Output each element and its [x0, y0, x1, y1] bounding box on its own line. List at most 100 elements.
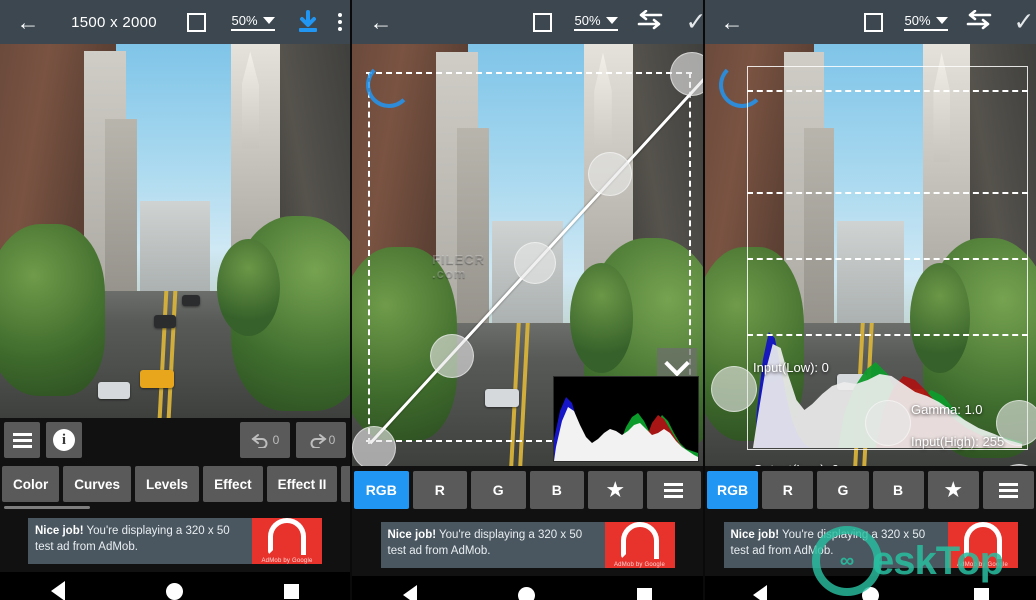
ad-text: Nice job! You're displaying a 320 x 50 t…	[28, 518, 252, 564]
android-navbar	[352, 576, 703, 600]
ad-text: Nice job! You're displaying a 320 x 50 t…	[724, 522, 948, 568]
nav-recents-icon[interactable]	[284, 583, 300, 599]
panel-levels: ← 50% ✓ Input(Low): 0 Gamma: 1.0 Input(H…	[705, 0, 1036, 600]
channel-g[interactable]: G	[817, 471, 869, 509]
panel-main: ← 1500 x 2000 50% i 0 0 Color Curves Lev…	[0, 0, 350, 600]
info-button[interactable]: i	[46, 422, 82, 458]
taxi-car	[140, 370, 174, 389]
histogram-chart	[554, 377, 698, 461]
admob-glyph-icon	[620, 522, 659, 559]
back-button[interactable]: ←	[705, 0, 759, 44]
caret-down-icon	[935, 17, 948, 24]
ad-logo-caption: AdMob by Google	[261, 558, 313, 564]
info-icon: i	[53, 429, 75, 451]
nav-back-icon[interactable]	[752, 585, 767, 600]
channel-g[interactable]: G	[471, 471, 526, 509]
ad-logo-caption: AdMob by Google	[613, 562, 666, 568]
nav-recents-icon[interactable]	[973, 587, 989, 600]
image-dimensions: 1500 x 2000	[71, 13, 157, 31]
preset-favorites-button[interactable]: ★	[588, 471, 643, 509]
hamburger-icon	[664, 482, 684, 498]
tree-mid	[569, 263, 633, 374]
zoom-select[interactable]: 50%	[564, 0, 628, 44]
tabs-scrollbar[interactable]	[0, 506, 350, 510]
back-button[interactable]: ←	[352, 0, 410, 44]
undo-button[interactable]: 0	[240, 422, 290, 458]
nav-home-icon[interactable]	[165, 582, 183, 600]
admob-glyph-icon	[268, 518, 306, 555]
confirm-button[interactable]: ✓	[672, 0, 703, 44]
admob-banner[interactable]: Nice job! You're displaying a 320 x 50 t…	[380, 522, 675, 568]
main-header: ← 1500 x 2000 50%	[0, 0, 350, 44]
redo-button[interactable]: 0	[296, 422, 346, 458]
channel-b[interactable]: B	[529, 471, 584, 509]
nav-back-icon[interactable]	[402, 585, 417, 600]
undo-count: 0	[272, 433, 280, 447]
preset-favorites-button[interactable]: ★	[927, 471, 979, 509]
android-navbar	[0, 572, 350, 600]
car	[154, 315, 176, 329]
confirm-button[interactable]: ✓	[1001, 0, 1036, 44]
layers-menu-button[interactable]	[4, 422, 40, 458]
hamburger-icon	[12, 432, 32, 448]
arrow-left-icon: ←	[16, 8, 40, 35]
tab-levels[interactable]: Levels	[135, 466, 200, 502]
zoom-select[interactable]: 50%	[220, 0, 286, 44]
panel-curves: ← 50% ✓ FILECR .com RGB R G B ★ Nice job…	[352, 0, 703, 600]
fullscreen-button[interactable]	[172, 0, 220, 44]
admob-banner[interactable]: Nice job! You're displaying a 320 x 50 t…	[28, 518, 322, 564]
channel-r[interactable]: R	[762, 471, 814, 509]
fullscreen-button[interactable]	[520, 0, 564, 44]
zoom-select[interactable]: 50%	[895, 0, 957, 44]
download-button[interactable]	[286, 0, 330, 44]
star-icon: ★	[606, 479, 624, 501]
nav-recents-icon[interactable]	[637, 587, 653, 600]
redo-count: 0	[328, 433, 336, 447]
ad-logo-caption: AdMob by Google	[956, 562, 1009, 568]
channel-menu-button[interactable]	[982, 471, 1035, 509]
channel-b[interactable]: B	[872, 471, 924, 509]
kebab-menu-icon	[338, 13, 342, 31]
tab-frames[interactable]: Fra	[341, 466, 350, 502]
channel-selector: RGB R G B ★	[705, 466, 1036, 514]
nav-back-icon[interactable]	[50, 581, 65, 600]
header-gap	[410, 0, 520, 44]
zoom-level-label: 50%	[574, 13, 601, 28]
nav-home-icon[interactable]	[861, 586, 879, 600]
fullscreen-button[interactable]	[851, 0, 895, 44]
admob-logo: AdMob by Google	[252, 518, 322, 564]
nav-home-icon[interactable]	[518, 586, 536, 600]
screenshot-root: ← 1500 x 2000 50% i 0 0 Color Curves Lev…	[0, 0, 1036, 600]
compare-swap-icon	[637, 9, 663, 35]
tab-effect[interactable]: Effect	[203, 466, 263, 502]
tab-effect-ii[interactable]: Effect II	[266, 466, 338, 502]
photo-canvas[interactable]: FILECR .com	[352, 44, 703, 466]
overflow-menu-button[interactable]	[330, 0, 350, 44]
fullscreen-icon	[863, 12, 883, 32]
ad-text: Nice job! You're displaying a 320 x 50 t…	[381, 522, 605, 568]
tab-curves[interactable]: Curves	[63, 466, 132, 502]
tab-color[interactable]: Color	[2, 466, 60, 502]
curves-header: ← 50% ✓	[352, 0, 703, 44]
compare-button[interactable]	[628, 0, 672, 44]
tree-mid	[910, 263, 970, 374]
admob-banner[interactable]: Nice job! You're displaying a 320 x 50 t…	[723, 522, 1018, 568]
ad-container: Nice job! You're displaying a 320 x 50 t…	[352, 514, 703, 576]
photo-canvas[interactable]	[0, 44, 350, 418]
back-button[interactable]: ←	[0, 0, 56, 44]
channel-r[interactable]: R	[412, 471, 467, 509]
photo-canvas[interactable]: Input(Low): 0 Gamma: 1.0 Input(High): 25…	[705, 44, 1036, 466]
compare-swap-icon	[966, 9, 992, 35]
fullscreen-icon	[532, 12, 552, 32]
effect-tabs: Color Curves Levels Effect Effect II Fra…	[0, 462, 350, 506]
compare-button[interactable]	[957, 0, 1001, 44]
car	[837, 374, 868, 391]
arrow-left-icon: ←	[369, 8, 393, 35]
channel-rgb[interactable]: RGB	[707, 471, 759, 509]
channel-rgb[interactable]: RGB	[354, 471, 409, 509]
hamburger-icon	[998, 482, 1018, 498]
channel-menu-button[interactable]	[646, 471, 701, 509]
ad-headline: Nice job!	[730, 529, 780, 541]
ad-headline: Nice job!	[35, 525, 84, 537]
channel-selector: RGB R G B ★	[352, 466, 703, 514]
